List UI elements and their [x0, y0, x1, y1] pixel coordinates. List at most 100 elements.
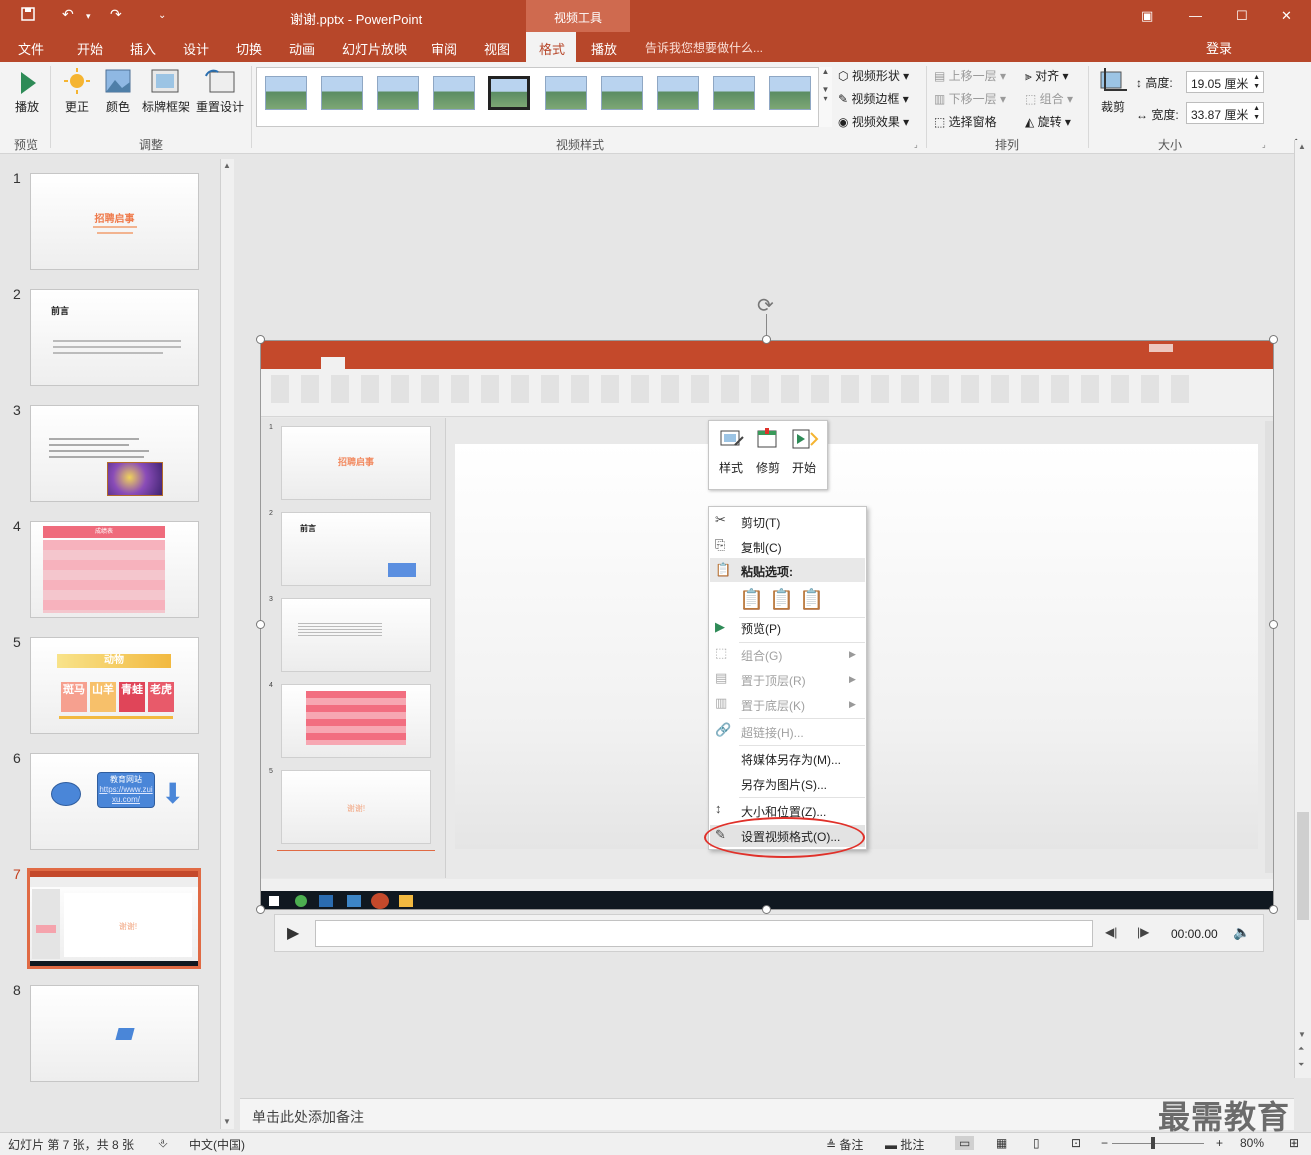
- menu-save-as-picture[interactable]: 另存为图片(S)...: [741, 776, 827, 793]
- style-icon[interactable]: [719, 427, 745, 451]
- align-button[interactable]: ⫸ 对齐 ▾: [1025, 67, 1068, 84]
- video-style-thumb[interactable]: [377, 76, 419, 110]
- menu-hyperlink[interactable]: 超链接(H)...: [741, 724, 804, 741]
- video-effects-button[interactable]: ◉ 视频效果 ▾: [838, 113, 909, 130]
- close-button[interactable]: ✕: [1281, 8, 1292, 24]
- tab-file[interactable]: 文件: [18, 39, 44, 58]
- group-button[interactable]: ⬚ 组合 ▾: [1025, 90, 1073, 107]
- menu-group[interactable]: 组合(G): [741, 647, 782, 664]
- slide-thumbnail-7[interactable]: 谢谢!: [27, 868, 201, 969]
- redo-icon[interactable]: ↷: [110, 6, 122, 23]
- corrections-button[interactable]: 更正: [62, 66, 92, 115]
- resize-handle[interactable]: [256, 335, 265, 344]
- resize-handle[interactable]: [1269, 335, 1278, 344]
- start-icon[interactable]: [791, 427, 821, 451]
- tab-design[interactable]: 设计: [183, 39, 209, 58]
- video-border-button[interactable]: ✎ 视频边框 ▾: [838, 90, 909, 107]
- volume-icon[interactable]: 🔈: [1233, 924, 1250, 941]
- video-style-thumb[interactable]: [545, 76, 587, 110]
- tab-playback[interactable]: 播放: [591, 39, 617, 58]
- reading-view-icon[interactable]: ▯: [1033, 1136, 1040, 1150]
- menu-save-media-as[interactable]: 将媒体另存为(M)...: [741, 751, 841, 768]
- menu-cut[interactable]: 剪切(T): [741, 514, 780, 531]
- bring-forward-button[interactable]: ▤ 上移一层 ▾: [934, 67, 1006, 84]
- video-style-thumb[interactable]: [713, 76, 755, 110]
- customize-qat-icon[interactable]: ⌄: [158, 10, 166, 21]
- tab-review[interactable]: 审阅: [431, 39, 457, 58]
- slide-thumbnail-4[interactable]: 成绩表: [30, 521, 199, 618]
- tab-view[interactable]: 视图: [484, 39, 510, 58]
- previous-slide-icon[interactable]: ⏶: [1298, 1044, 1304, 1054]
- zoom-level[interactable]: 80%: [1240, 1136, 1264, 1150]
- scroll-thumb[interactable]: [1297, 812, 1309, 920]
- zoom-slider[interactable]: [1112, 1143, 1204, 1144]
- crop-button[interactable]: 裁剪: [1097, 66, 1129, 115]
- slide-thumbnail-8[interactable]: [30, 985, 199, 1082]
- ribbon-display-icon[interactable]: ▣: [1141, 8, 1153, 24]
- height-input[interactable]: 19.05 厘米 ▲ ▼: [1186, 71, 1264, 93]
- slide-thumbnail-2[interactable]: 前言: [30, 289, 199, 386]
- slideshow-view-icon[interactable]: ⊡: [1071, 1136, 1081, 1150]
- height-spinner-icon[interactable]: ▲ ▼: [1253, 73, 1260, 91]
- comments-toggle[interactable]: ▬ 批注: [885, 1136, 924, 1153]
- dialog-launcher-icon[interactable]: ⌟: [914, 140, 918, 149]
- thumbnail-scrollbar[interactable]: ▲ ▼: [220, 159, 234, 1129]
- video-shape-button[interactable]: ⬡ 视频形状 ▾: [838, 67, 909, 84]
- selection-pane-button[interactable]: ⬚ 选择窗格: [934, 113, 997, 130]
- tab-animations[interactable]: 动画: [289, 39, 315, 58]
- notes-toggle[interactable]: ≜ 备注: [826, 1136, 863, 1153]
- minimize-button[interactable]: —: [1189, 8, 1202, 23]
- login-link[interactable]: 登录: [1206, 38, 1232, 57]
- normal-view-icon[interactable]: ▭: [955, 1136, 975, 1150]
- video-style-thumb[interactable]: [769, 76, 811, 110]
- paste-keep-formatting-icon[interactable]: 📋: [739, 587, 764, 612]
- tab-transitions[interactable]: 切换: [236, 39, 262, 58]
- resize-handle[interactable]: [256, 905, 265, 914]
- video-style-thumb-selected[interactable]: [488, 76, 530, 110]
- video-style-thumb[interactable]: [321, 76, 363, 110]
- menu-copy[interactable]: 复制(C): [741, 539, 782, 556]
- slide-thumbnail-1[interactable]: 招聘启事: [30, 173, 199, 270]
- slide-thumbnail-6[interactable]: 教育网站 https://www.zuixu.com/ ⬇: [30, 753, 199, 850]
- slide-thumbnail-3[interactable]: [30, 405, 199, 502]
- reset-design-button[interactable]: 重置设计: [194, 66, 246, 115]
- save-icon[interactable]: [20, 6, 36, 22]
- spell-check-icon[interactable]: ⎀: [158, 1136, 168, 1151]
- maximize-button[interactable]: ☐: [1236, 8, 1248, 24]
- scroll-up-icon[interactable]: ▲: [1298, 142, 1306, 151]
- fit-to-window-icon[interactable]: ⊞: [1289, 1136, 1299, 1150]
- resize-handle[interactable]: [762, 335, 771, 344]
- tab-home[interactable]: 开始: [77, 39, 103, 58]
- zoom-in-icon[interactable]: +: [1216, 1136, 1223, 1150]
- menu-preview[interactable]: 预览(P): [741, 620, 781, 637]
- video-style-thumb[interactable]: [657, 76, 699, 110]
- paste-text-only-icon[interactable]: 📋: [799, 587, 824, 612]
- mini-style-label[interactable]: 样式: [719, 459, 743, 476]
- undo-icon[interactable]: ↶: [62, 6, 74, 23]
- video-style-thumb[interactable]: [601, 76, 643, 110]
- mini-start-label[interactable]: 开始: [792, 459, 816, 476]
- slide-sorter-icon[interactable]: ▦: [996, 1136, 1007, 1150]
- width-input[interactable]: 33.87 厘米 ▲ ▼: [1186, 102, 1264, 124]
- menu-bring-to-front[interactable]: 置于顶层(R): [741, 672, 806, 689]
- step-forward-icon[interactable]: |▶: [1137, 925, 1149, 939]
- poster-frame-button[interactable]: 标牌框架: [140, 66, 192, 115]
- trim-icon[interactable]: [755, 427, 781, 451]
- language-indicator[interactable]: 中文(中国): [189, 1136, 245, 1153]
- color-button[interactable]: 颜色: [103, 66, 133, 115]
- size-dialog-launcher-icon[interactable]: ⌟: [1262, 140, 1266, 149]
- video-style-thumb[interactable]: [433, 76, 475, 110]
- resize-handle[interactable]: [256, 620, 265, 629]
- scroll-down-icon[interactable]: ▼: [1298, 1030, 1306, 1039]
- zoom-slider-thumb[interactable]: [1151, 1137, 1155, 1149]
- media-play-icon[interactable]: ▶: [287, 923, 299, 943]
- slide-thumbnail-5[interactable]: 动物 斑马 山羊 青蛙 老虎: [30, 637, 199, 734]
- next-slide-icon[interactable]: ⏷: [1298, 1060, 1304, 1070]
- resize-handle[interactable]: [1269, 620, 1278, 629]
- mini-trim-label[interactable]: 修剪: [756, 459, 780, 476]
- gallery-scroll[interactable]: ▲ ▼ ▾: [818, 67, 832, 127]
- tab-slideshow[interactable]: 幻灯片放映: [342, 39, 407, 58]
- rotate-button[interactable]: ◭ 旋转 ▾: [1025, 113, 1071, 130]
- notes-pane[interactable]: 单击此处添加备注: [240, 1098, 1294, 1130]
- send-backward-button[interactable]: ▥ 下移一层 ▾: [934, 90, 1006, 107]
